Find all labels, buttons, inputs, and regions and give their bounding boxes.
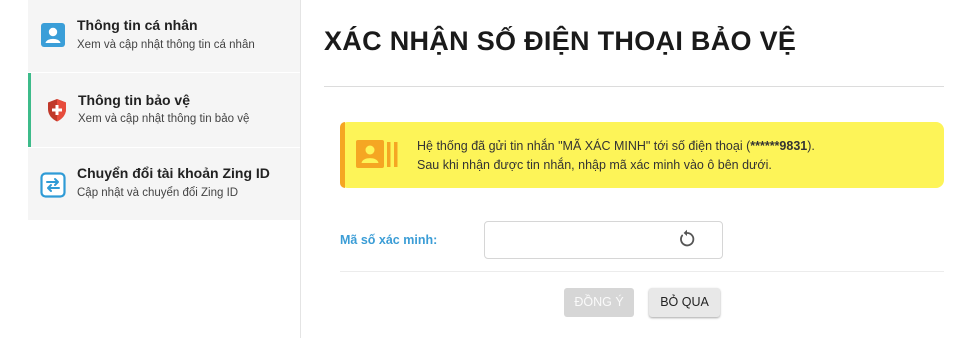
- id-card-icon: [356, 140, 398, 168]
- user-card-icon: [41, 23, 65, 47]
- verification-code-label: Mã số xác minh:: [340, 233, 438, 247]
- title-divider: [324, 86, 944, 87]
- sidebar-item-security-info[interactable]: Thông tin bảo vệ Xem và cập nhật thông t…: [28, 73, 300, 147]
- page-title: XÁC NHẬN SỐ ĐIỆN THOẠI BẢO VỆ: [324, 26, 797, 56]
- sidebar-item-subtitle: Xem và cập nhật thông tin bảo vệ: [78, 113, 250, 125]
- skip-button[interactable]: BỎ QUA: [649, 288, 720, 317]
- sidebar-item-title: Chuyển đổi tài khoản Zing ID: [77, 165, 270, 181]
- swap-icon: [40, 172, 66, 198]
- sidebar-item-title: Thông tin bảo vệ: [78, 92, 190, 108]
- masked-phone: ******9831: [750, 139, 808, 153]
- sidebar-item-subtitle: Xem và cập nhật thông tin cá nhân: [77, 39, 255, 51]
- form-divider: [340, 271, 944, 272]
- notice-accent-bar: [340, 122, 345, 188]
- refresh-icon[interactable]: [677, 229, 697, 249]
- sidebar-item-title: Thông tin cá nhân: [77, 17, 198, 33]
- sidebar-item-convert-zing-id[interactable]: Chuyển đổi tài khoản Zing ID Cập nhật và…: [28, 148, 300, 220]
- notice-message-line2: Sau khi nhận được tin nhắn, nhập mã xác …: [417, 158, 772, 172]
- shield-icon: [48, 99, 66, 122]
- sidebar-item-subtitle: Cập nhật và chuyển đổi Zing ID: [77, 187, 239, 199]
- notice-message-line1: Hệ thống đã gửi tin nhắn "MÃ XÁC MINH" t…: [417, 139, 815, 153]
- notice-suffix: ).: [807, 139, 815, 153]
- sidebar: Thông tin cá nhân Xem và cập nhật thông …: [0, 0, 300, 338]
- notice-box: [340, 122, 944, 188]
- confirm-button[interactable]: ĐỒNG Ý: [564, 288, 634, 317]
- sidebar-divider: [300, 0, 301, 338]
- sidebar-item-personal-info[interactable]: Thông tin cá nhân Xem và cập nhật thông …: [28, 0, 300, 72]
- notice-prefix: Hệ thống đã gửi tin nhắn "MÃ XÁC MINH" t…: [417, 139, 751, 153]
